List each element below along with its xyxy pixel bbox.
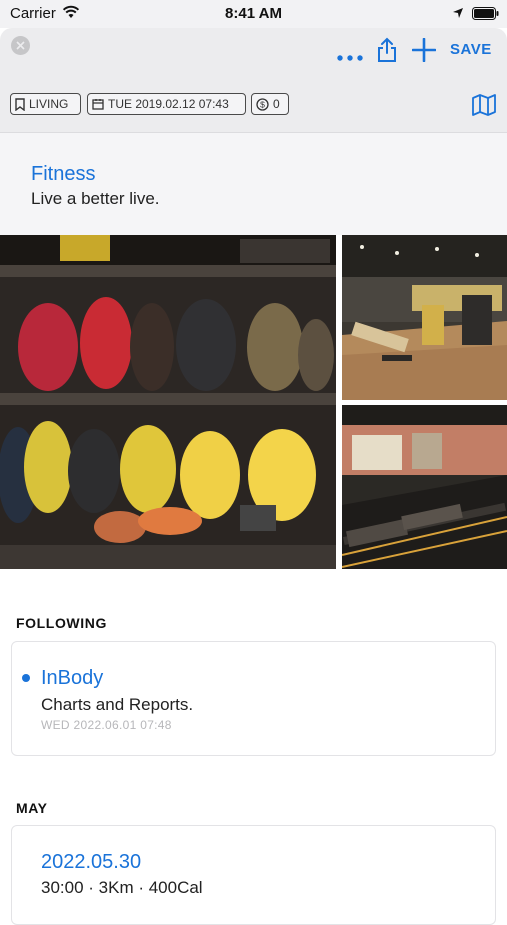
dollar-icon: $ — [256, 97, 269, 111]
card-title[interactable]: InBody — [41, 667, 103, 690]
card-subtitle: Charts and Reports. — [41, 695, 194, 714]
card-title[interactable]: 2022.05.30 — [41, 851, 141, 874]
clock: 8:41 AM — [225, 5, 282, 22]
card-timestamp: WED 2022.06.01 07:48 — [41, 718, 172, 732]
bookmark-icon — [15, 97, 25, 111]
coin-chip[interactable]: $ 0 — [251, 93, 289, 115]
photo-boxing-gloves[interactable] — [0, 235, 336, 569]
location-icon — [452, 6, 464, 24]
svg-text:$: $ — [260, 99, 265, 109]
toolbar: SAVE LIVING TUE 2019.02.12 07:43 $ 0 — [0, 28, 507, 132]
calendar-icon — [92, 99, 104, 110]
may-card-entry[interactable]: 2022.05.30 30:00 · 3Km · 400Cal — [11, 825, 496, 925]
page-subtitle: Live a better live. — [31, 189, 160, 208]
photo-treadmills[interactable] — [342, 405, 507, 569]
close-button[interactable] — [11, 36, 30, 55]
coin-count: 0 — [273, 97, 280, 111]
battery-icon — [472, 7, 500, 25]
more-icon[interactable] — [337, 48, 363, 66]
close-icon — [16, 41, 25, 50]
category-chip[interactable]: LIVING — [10, 93, 81, 115]
may-section-label: MAY — [16, 800, 48, 816]
save-button[interactable]: SAVE — [450, 41, 492, 58]
card-subtitle: 30:00 · 3Km · 400Cal — [41, 878, 203, 897]
share-icon[interactable] — [377, 37, 397, 68]
add-icon[interactable] — [411, 37, 437, 67]
datetime-label: TUE 2019.02.12 07:43 — [108, 97, 229, 111]
map-icon[interactable] — [472, 94, 496, 121]
datetime-chip[interactable]: TUE 2019.02.12 07:43 — [87, 93, 246, 115]
following-card-inbody[interactable]: InBody Charts and Reports. WED 2022.06.0… — [11, 641, 496, 756]
photo-gym-machines[interactable] — [342, 235, 507, 400]
category-label: LIVING — [29, 97, 69, 111]
status-bar: Carrier 8:41 AM — [0, 0, 507, 28]
header-area: Fitness Live a better live. — [0, 132, 507, 235]
page-title[interactable]: Fitness — [31, 163, 95, 186]
following-section-label: FOLLOWING — [16, 615, 107, 631]
unread-dot — [22, 674, 30, 682]
